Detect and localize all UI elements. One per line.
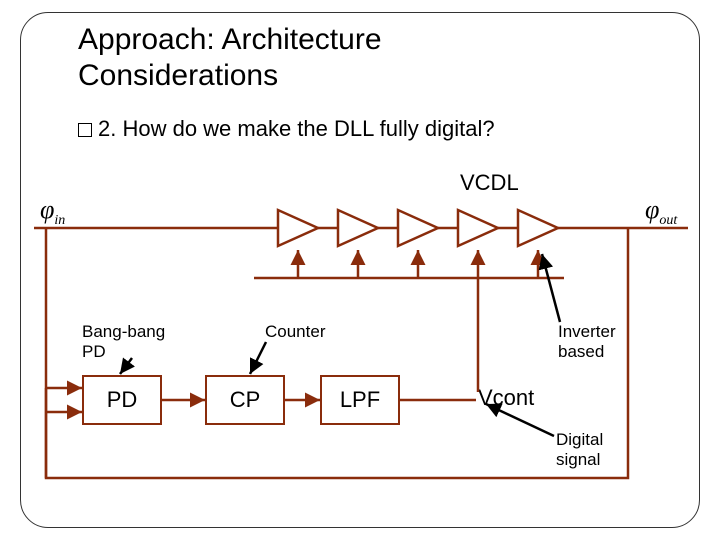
cp-block: CP	[205, 375, 285, 425]
title-line-2: Considerations	[78, 59, 278, 92]
counter-label: Counter	[265, 322, 325, 342]
phi-in-sub: in	[54, 213, 65, 228]
lpf-block-label: LPF	[340, 387, 380, 413]
pd-block-label: PD	[107, 387, 138, 413]
digital-signal-label: Digital signal	[556, 430, 603, 469]
question-line: 2. How do we make the DLL fully digital?	[78, 116, 495, 142]
cp-block-label: CP	[230, 387, 261, 413]
inverter-based-label: Inverter based	[558, 322, 616, 361]
vcdl-label: VCDL	[460, 170, 519, 196]
phi-out-label: φout	[645, 195, 677, 229]
phi-out-sub: out	[659, 213, 677, 228]
question-text: 2. How do we make the DLL fully digital?	[98, 116, 495, 141]
title-line-1: Approach: Architecture	[78, 23, 382, 56]
lpf-block: LPF	[320, 375, 400, 425]
phi-in-label: φin	[40, 195, 65, 229]
bang-bang-pd-label: Bang-bang PD	[82, 322, 165, 361]
vcont-label: Vcont	[478, 385, 534, 411]
bullet-icon	[78, 123, 92, 137]
pd-block: PD	[82, 375, 162, 425]
slide-title: Approach: Architecture Considerations	[78, 22, 382, 94]
